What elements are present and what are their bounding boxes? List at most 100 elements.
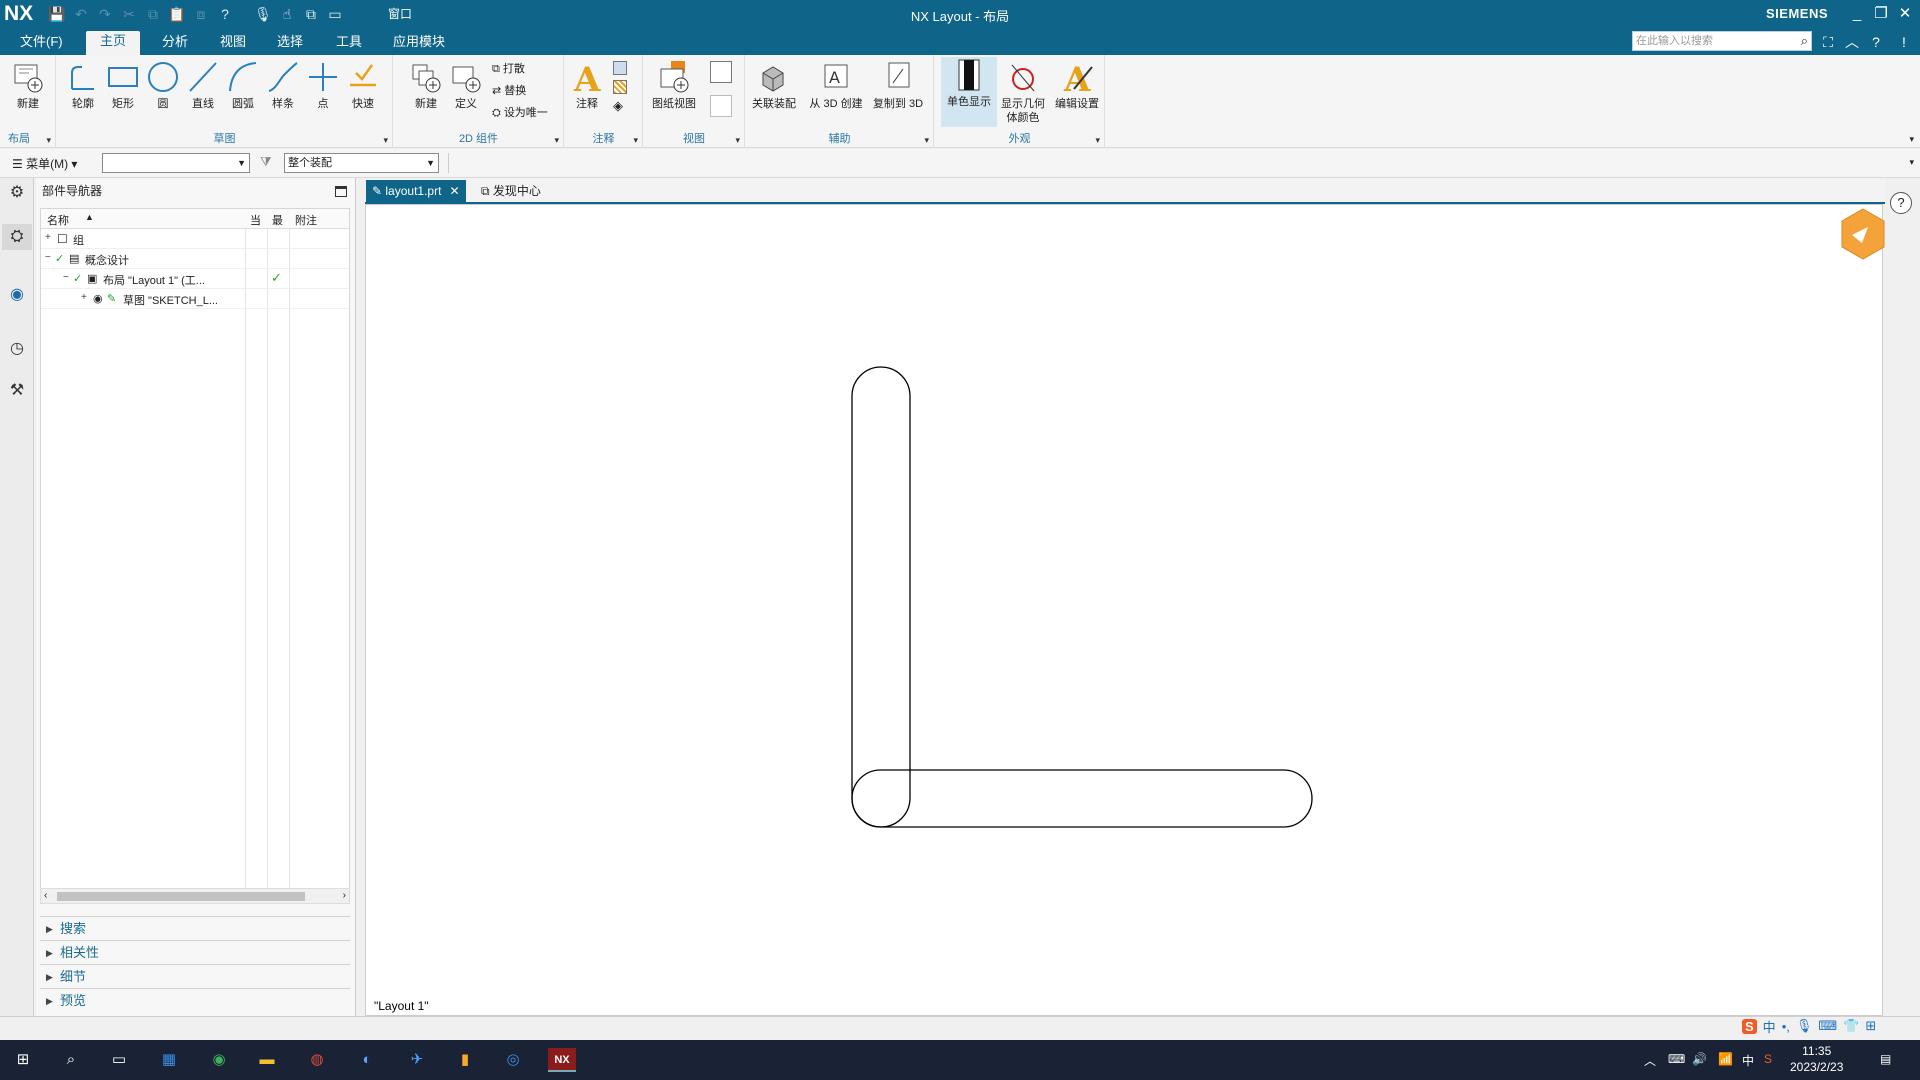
chevron-down-icon[interactable]: ▾ bbox=[735, 135, 740, 146]
help-icon[interactable]: ? bbox=[1866, 32, 1886, 52]
tree-row[interactable]: − ✓ ▣ 布局 "Layout 1" (工... ✓ bbox=[41, 269, 349, 289]
quick-trim-button[interactable]: 快速 bbox=[343, 59, 383, 111]
input-indicator-icon[interactable]: ⌨ bbox=[1668, 1052, 1685, 1066]
sogou-ime-icon[interactable]: S bbox=[1742, 1018, 1757, 1034]
tab-analysis[interactable]: 分析 bbox=[160, 32, 190, 54]
collapse-icon[interactable]: − bbox=[45, 252, 51, 263]
note-button[interactable]: A 注释 bbox=[567, 59, 607, 111]
scroll-right-icon[interactable]: › bbox=[343, 889, 346, 903]
minimize-button[interactable]: _ bbox=[1846, 2, 1868, 26]
checkmark-icon[interactable]: ✓ bbox=[55, 252, 64, 265]
language-indicator[interactable]: 中 bbox=[1742, 1052, 1754, 1069]
volume-icon[interactable]: 🔊 bbox=[1692, 1052, 1707, 1066]
maximize-icon[interactable] bbox=[335, 186, 347, 197]
task-view-icon[interactable]: ▭ bbox=[106, 1048, 132, 1072]
arc-button[interactable]: 圆弧 bbox=[223, 59, 263, 111]
tab-home[interactable]: 主页 bbox=[86, 31, 141, 55]
view-update-icon[interactable] bbox=[710, 61, 732, 86]
new-component-button[interactable]: 新建 bbox=[406, 59, 446, 111]
restore-button[interactable]: ❐ bbox=[1870, 2, 1892, 26]
expand-icon[interactable]: + bbox=[81, 292, 87, 303]
rectangle-button[interactable]: 矩形 bbox=[103, 59, 143, 111]
wifi-icon[interactable]: 📶 bbox=[1718, 1052, 1733, 1066]
copy-to-3d-button[interactable]: 复制到 3D bbox=[870, 59, 926, 111]
edge-icon[interactable]: ◐ bbox=[354, 1048, 380, 1072]
replace-button[interactable]: ⇄ 替换 bbox=[492, 81, 526, 101]
view-orientation-cube-icon[interactable] bbox=[1838, 205, 1885, 267]
tab-select[interactable]: 选择 bbox=[275, 32, 305, 54]
collapse-icon[interactable]: − bbox=[63, 272, 69, 283]
associative-assembly-button[interactable]: 关联装配 bbox=[746, 59, 802, 111]
chevron-down-icon[interactable]: ▾ bbox=[383, 135, 388, 146]
circle-button[interactable]: 圆 bbox=[143, 59, 183, 111]
tree-row[interactable]: − ✓ ▤ 概念设计 bbox=[41, 249, 349, 269]
menu-button[interactable]: ☰ 菜单(M) ▾ bbox=[12, 155, 77, 172]
tab-layout1[interactable]: ✎ layout1.prt ✕ bbox=[366, 180, 466, 204]
notification-icon[interactable]: ! bbox=[1894, 32, 1914, 52]
monochrome-display-button[interactable]: 单色显示 bbox=[941, 57, 997, 127]
file-explorer-icon[interactable]: ▬ bbox=[254, 1048, 280, 1072]
search-input[interactable]: 在此输入以搜索 ⌕ bbox=[1632, 31, 1812, 51]
ime-toolbox-icon[interactable]: ⊞ bbox=[1865, 1018, 1876, 1034]
visibility-eye-icon[interactable]: ◉ bbox=[93, 292, 103, 305]
roles-icon[interactable]: ⚒ bbox=[4, 378, 30, 404]
column-current[interactable]: 当 bbox=[250, 212, 261, 228]
ime-skin-icon[interactable]: 👕 bbox=[1843, 1018, 1859, 1034]
toolbar-options-icon[interactable]: ▾ bbox=[1909, 157, 1914, 168]
chevron-down-icon[interactable]: ▾ bbox=[1095, 135, 1100, 146]
column-latest[interactable]: 最 bbox=[272, 212, 283, 228]
ime-voice-icon[interactable]: 🎙 bbox=[1796, 1018, 1813, 1034]
checkmark-icon[interactable]: ✓ bbox=[73, 272, 82, 285]
scroll-thumb[interactable] bbox=[57, 892, 305, 901]
close-button[interactable]: ✕ bbox=[1894, 2, 1916, 26]
search-icon[interactable]: ⌕ bbox=[58, 1048, 84, 1072]
ime-chinese-mode[interactable]: 中 bbox=[1763, 1017, 1776, 1036]
horizontal-slot[interactable] bbox=[851, 769, 1313, 828]
profile-button[interactable]: 轮廓 bbox=[63, 59, 103, 111]
chevron-down-icon[interactable]: ▾ bbox=[554, 135, 559, 146]
web-browser-icon[interactable]: ◉ bbox=[4, 282, 30, 308]
ime-punct-icon[interactable]: •, bbox=[1782, 1019, 1790, 1034]
panel-details[interactable]: ▶ 细节 bbox=[40, 964, 350, 988]
line-button[interactable]: 直线 bbox=[183, 59, 223, 111]
image-icon[interactable] bbox=[613, 61, 627, 75]
search-icon[interactable]: ⌕ bbox=[1801, 32, 1808, 50]
tree-row[interactable]: + ☐ 组 bbox=[41, 229, 349, 249]
filter-icon[interactable]: ⧩ bbox=[260, 154, 272, 170]
tab-view[interactable]: 视图 bbox=[218, 32, 248, 54]
store-icon[interactable]: ▦ bbox=[156, 1048, 182, 1072]
ime-keyboard-icon[interactable]: ⌨ bbox=[1818, 1018, 1837, 1034]
clock[interactable]: 11:35 2023/2/23 bbox=[1790, 1043, 1843, 1075]
horizontal-scrollbar[interactable]: ‹ › bbox=[40, 888, 350, 904]
fullscreen-icon[interactable]: ⛶ bbox=[1818, 32, 1838, 52]
scope-select[interactable]: 整个装配 ▼ bbox=[284, 153, 439, 173]
column-notes[interactable]: 附注 bbox=[295, 212, 317, 228]
point-button[interactable]: 点 bbox=[303, 59, 343, 111]
collapse-ribbon-icon[interactable]: ︿ bbox=[1842, 32, 1862, 52]
chevron-down-icon[interactable]: ▾ bbox=[46, 135, 51, 146]
tree-row[interactable]: + ◉ ✎ 草图 "SKETCH_L... bbox=[41, 289, 349, 309]
expand-icon[interactable]: + bbox=[45, 232, 51, 243]
hatch-icon[interactable] bbox=[613, 80, 627, 94]
define-component-button[interactable]: 定义 bbox=[446, 59, 486, 111]
file-menu[interactable]: 文件(F) bbox=[18, 32, 65, 54]
panel-preview[interactable]: ▶ 预览 bbox=[40, 988, 350, 1012]
tab-tools[interactable]: 工具 bbox=[334, 32, 364, 54]
drawing-view-button[interactable]: 图纸视图 bbox=[646, 59, 702, 111]
network-app-icon[interactable]: ◎ bbox=[500, 1048, 526, 1072]
fill-icon[interactable]: ◈ bbox=[613, 99, 627, 113]
show-hidden-icons[interactable]: ︿ bbox=[1644, 1052, 1656, 1069]
ribbon-options-icon[interactable]: ▾ bbox=[1909, 134, 1914, 145]
notes-app-icon[interactable]: ▮ bbox=[452, 1048, 478, 1072]
history-icon[interactable]: ◷ bbox=[4, 336, 30, 362]
mail-icon[interactable]: ✈ bbox=[404, 1048, 430, 1072]
spline-button[interactable]: 样条 bbox=[263, 59, 303, 111]
tab-applications[interactable]: 应用模块 bbox=[391, 32, 447, 54]
create-from-3d-button[interactable]: A 从 3D 创建 bbox=[808, 59, 864, 111]
chevron-down-icon[interactable]: ▾ bbox=[924, 135, 929, 146]
close-tab-icon[interactable]: ✕ bbox=[449, 184, 459, 198]
scroll-left-icon[interactable]: ‹ bbox=[44, 889, 47, 903]
ime-toolbar[interactable]: S 中 •, 🎙 ⌨ 👕 ⊞ bbox=[1742, 1014, 1876, 1038]
help-question-icon[interactable]: ? bbox=[1890, 192, 1912, 214]
vertical-slot[interactable] bbox=[851, 366, 911, 828]
